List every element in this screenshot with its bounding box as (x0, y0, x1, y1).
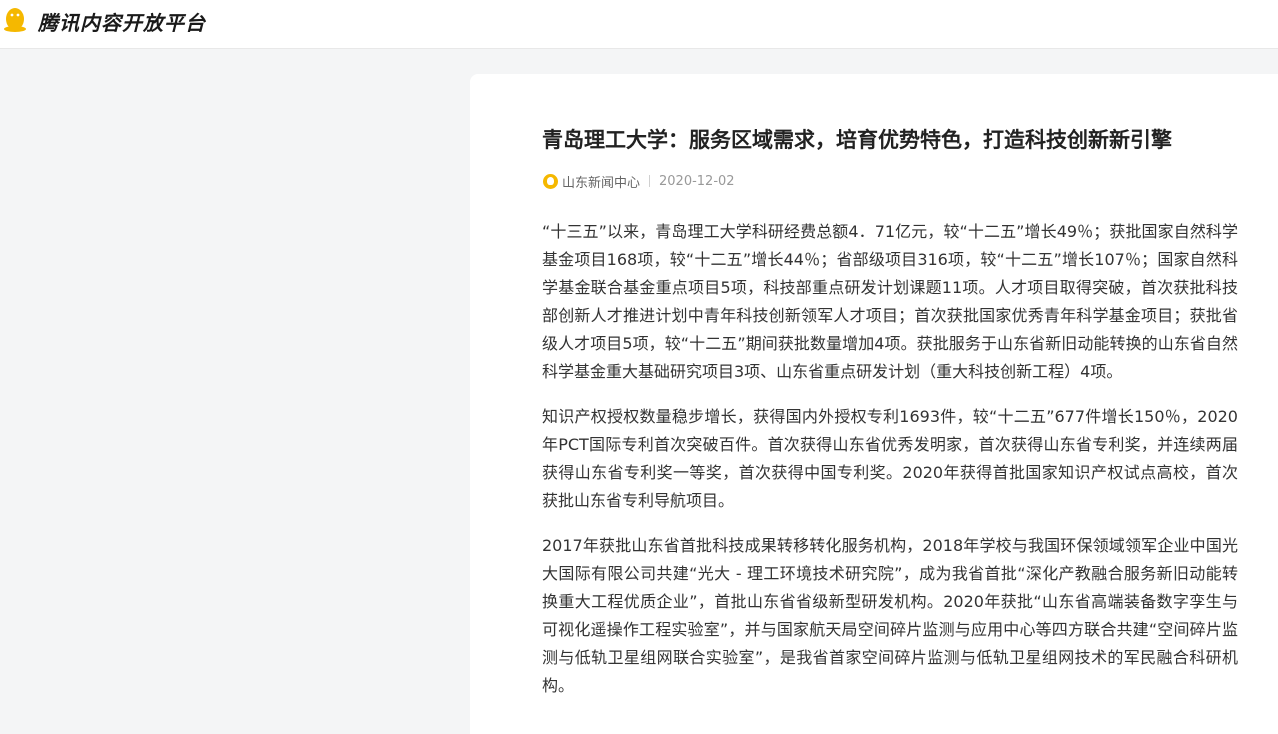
article-paragraph: 2017年获批山东省首批科技成果转移转化服务机构，2018年学校与我国环保领域领… (542, 536, 1238, 695)
article-body: “十三五”以来，青岛理工大学科研经费总额4．71亿元，较“十二五”增长49％；获… (542, 218, 1238, 717)
brand-title[interactable]: 腾讯内容开放平台 (38, 7, 206, 36)
meta-divider (649, 175, 651, 187)
penguin-icon[interactable] (2, 6, 28, 32)
article-paragraph: “十三五”以来，青岛理工大学科研经费总额4．71亿元，较“十二五”增长49％；获… (542, 222, 1238, 381)
top-bar: 腾讯内容开放平台 (0, 0, 1278, 49)
article-title: 青岛理工大学：服务区域需求，培育优势特色，打造科技创新新引擎 (542, 128, 1172, 152)
publish-date: 2020-12-02 (659, 173, 735, 189)
article-paragraph: 知识产权授权数量稳步增长，获得国内外授权专利1693件，较“十二五”677件增长… (542, 407, 1238, 510)
source-name[interactable]: 山东新闻中心 (562, 172, 640, 191)
article-meta: 山东新闻中心 2020-12-02 (543, 172, 735, 191)
source-avatar[interactable] (543, 173, 558, 189)
article-card: 青岛理工大学：服务区域需求，培育优势特色，打造科技创新新引擎 山东新闻中心 20… (470, 74, 1278, 734)
